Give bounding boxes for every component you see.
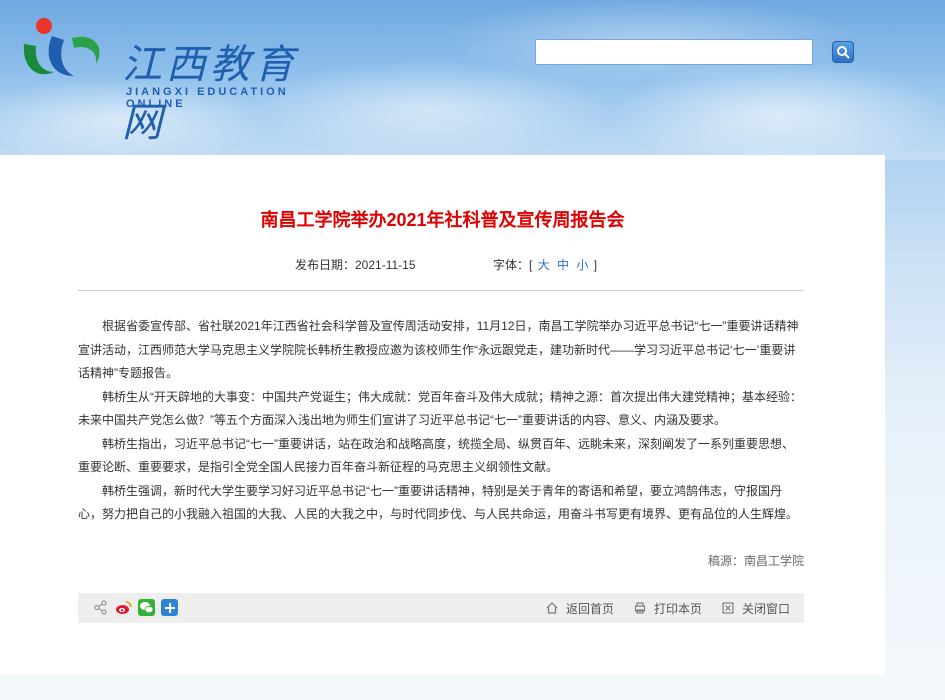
- close-window-link[interactable]: 关闭窗口: [722, 600, 790, 617]
- font-size-small-button[interactable]: 小: [574, 258, 590, 272]
- plus-icon[interactable]: [161, 599, 178, 616]
- home-link[interactable]: 返回首页: [546, 600, 614, 617]
- search-button[interactable]: [832, 41, 854, 63]
- close-label: 关闭窗口: [741, 601, 790, 616]
- title-divider: [78, 290, 804, 291]
- search-input[interactable]: [535, 39, 813, 65]
- home-icon: [546, 602, 558, 614]
- share-bar: [92, 599, 178, 616]
- site-logo[interactable]: 江西教育网 JIANGXI EDUCATION ONLINE: [14, 14, 334, 146]
- article-body: 根据省委宣传部、省社联2021年江西省社会科学普及宣传周活动安排，11月12日，…: [78, 315, 804, 527]
- font-size-large-button[interactable]: 大: [536, 258, 552, 272]
- font-size-label: 字体：[: [493, 258, 533, 272]
- publish-date: 发布日期：2021-11-15: [295, 258, 416, 272]
- article-title: 南昌工学院举办2021年社科普及宣传周报告会: [260, 210, 625, 230]
- article-panel: 南昌工学院举办2021年社科普及宣传周报告会 发布日期：2021-11-15 字…: [0, 155, 885, 675]
- weibo-icon[interactable]: [115, 599, 132, 616]
- print-link[interactable]: 打印本页: [634, 600, 702, 617]
- font-size-medium-button[interactable]: 中: [555, 258, 571, 272]
- article-source: 稿源：南昌工学院: [707, 554, 804, 568]
- logo-mark-icon: [23, 18, 100, 76]
- font-size-close: ]: [593, 258, 598, 272]
- paragraph: 韩桥生指出，习近平总书记“七一”重要讲话，站在政治和战略高度，统揽全局、纵贯百年…: [78, 436, 794, 475]
- print-label: 打印本页: [653, 601, 702, 616]
- paragraph: 韩桥生强调，新时代大学生要学习好习近平总书记“七一”重要讲话精神，特别是关于青年…: [78, 483, 799, 522]
- article-toolbar: 返回首页 打印本页 关闭窗口: [78, 593, 804, 623]
- search-icon: [837, 46, 850, 59]
- font-size-control: 字体：[ 大 中 小 ]: [493, 256, 597, 273]
- close-icon: [722, 602, 734, 614]
- share-icon[interactable]: [92, 599, 109, 616]
- paragraph: 根据省委宣传部、省社联2021年江西省社会科学普及宣传周活动安排，11月12日，…: [78, 319, 799, 380]
- paragraph: 韩桥生从“开天辟地的大事变：中国共产党诞生；伟大成就：党百年奋斗及伟大成就；精神…: [78, 389, 803, 428]
- print-icon: [634, 602, 646, 614]
- logo-subtitle: JIANGXI EDUCATION ONLINE: [126, 86, 289, 110]
- page-tools: 返回首页 打印本页 关闭窗口: [546, 593, 790, 623]
- wechat-icon[interactable]: [138, 599, 155, 616]
- home-label: 返回首页: [565, 601, 614, 616]
